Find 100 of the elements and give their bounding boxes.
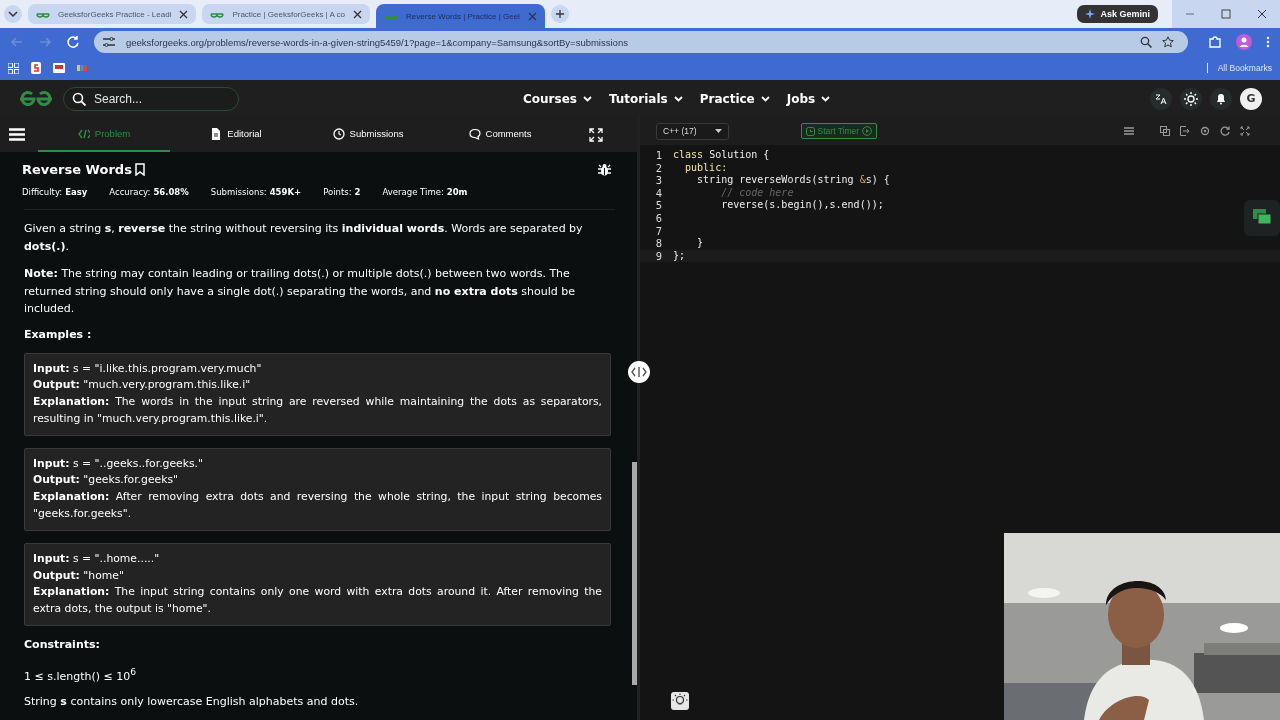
site-settings-icon (102, 36, 116, 48)
menu-icon[interactable] (9, 128, 25, 141)
caret-icon (714, 129, 722, 133)
line-number: 6 (654, 211, 662, 225)
site-icon (384, 12, 399, 20)
site-icon (36, 10, 50, 18)
address-field[interactable]: geeksforgeeks.org/problems/reverse-words-in-a-given-string5459/1?page=1&company=Samsung&sortBy=submissions (94, 31, 1188, 53)
meta-label: Points: (323, 187, 352, 197)
code-text: s) { (865, 174, 890, 186)
search-icon (72, 91, 86, 106)
caret-icon (673, 95, 683, 102)
meta-label: Difficulty: (22, 187, 63, 197)
problem-tab[interactable]: Problem (38, 117, 170, 152)
line-number: 9 (654, 249, 662, 263)
example-line: Input: s = "..geeks..for.geeks." (33, 455, 204, 472)
caret-icon (582, 95, 592, 102)
translate-icon[interactable] (1150, 87, 1172, 110)
copy-icon[interactable] (1160, 126, 1170, 136)
meta-value: 20m (446, 187, 468, 197)
scrollbar-thumb[interactable] (632, 462, 637, 685)
avatar[interactable]: G (1240, 87, 1262, 110)
code-icon (77, 127, 90, 140)
problem-tab[interactable]: Submissions (302, 117, 434, 152)
sparkle-icon (1085, 9, 1096, 19)
code-text: class (673, 149, 704, 160)
statement-text: Given a string s, reverse the string without reversing its individual words. Words are separated by dots(.). (24, 221, 584, 255)
logo-icon[interactable] (17, 89, 55, 108)
line-number: 4 (654, 186, 662, 200)
bug-icon[interactable] (598, 163, 611, 176)
site-icon (210, 10, 225, 18)
search-bar[interactable]: Search... (63, 86, 239, 111)
profile-icon[interactable] (1236, 34, 1252, 50)
example-line: Output: "home" (33, 567, 125, 584)
nav-link[interactable]: Courses (523, 91, 592, 106)
meta-value: 2 (354, 187, 361, 197)
reset-icon[interactable] (1220, 126, 1230, 136)
code-text: string reverseWords(string (696, 174, 855, 186)
tab-list-icon[interactable] (4, 5, 22, 23)
line-number: 8 (654, 237, 662, 250)
language-select[interactable]: C++ (17) (656, 122, 729, 140)
bookmarks-link[interactable]: All Bookmarks (1206, 63, 1272, 73)
code-text: // code here (720, 186, 794, 198)
problem-tab[interactable]: Comments (434, 117, 566, 152)
line-number: 5 (654, 199, 662, 212)
zoom-icon[interactable] (1140, 36, 1152, 48)
example-line: Input: s = "i.like.this.program.very.much" (33, 360, 263, 377)
reload-icon[interactable] (66, 35, 80, 49)
ask-button[interactable]: Ask Gemini (1077, 5, 1158, 23)
line-number: 3 (654, 174, 662, 187)
fullscreen-icon[interactable] (1240, 126, 1250, 136)
chat-icon[interactable] (1244, 200, 1280, 236)
nav-link[interactable]: Practice (699, 91, 770, 106)
example-line: Explanation: The words in the input string are reversed while maintaining the dots as separators, resulting in "much.very.program.this.like.i". (33, 394, 602, 427)
code-text: }; (673, 249, 686, 261)
line-number: 1 (654, 149, 662, 162)
meta-label: Accuracy: (109, 187, 151, 197)
problem-title: Reverse Words (22, 162, 132, 177)
nav-link[interactable]: Tutorials (608, 91, 683, 106)
example-line: Explanation: The input string contains only one word with extra dots around it. After removing the extra dots, the output is "home". (33, 584, 602, 618)
caret-icon (821, 95, 831, 102)
meta-label: Submissions: (210, 187, 267, 197)
problem-tab[interactable]: Editorial (170, 117, 302, 152)
browser-tab[interactable]: Practice | GeeksforGeeks | A co (202, 4, 371, 24)
browser-tab[interactable]: GeeksforGeeks Practice - Leadi (28, 4, 197, 24)
code-text: Solution { (708, 149, 770, 160)
bookmark-icon[interactable] (134, 163, 145, 176)
example-line: Explanation: After removing extra dots and reversing the whole string, the input string becomes "geeks.for.geeks". (33, 489, 602, 523)
new-tab-icon[interactable] (550, 5, 569, 23)
meta-value: 459K+ (269, 187, 302, 197)
settings-icon[interactable] (1200, 126, 1210, 136)
star-icon[interactable] (1162, 36, 1174, 48)
search-field[interactable]: Search... (94, 91, 224, 106)
example-line: Input: s = "..home....." (33, 550, 161, 567)
example-line: Output: "much.very.program.this.like.i" (33, 377, 252, 394)
play-icon (862, 126, 873, 136)
constraint-text: 1 ≤ s.length() ≤ 10$^{6}$ (24, 665, 138, 685)
code-text: public: (684, 161, 728, 173)
close-icon[interactable] (353, 9, 363, 19)
code-text: reverse(s.begin(),s.end()); (720, 199, 884, 211)
line-number: 2 (654, 161, 662, 175)
import-icon[interactable] (1180, 126, 1190, 136)
meta-value: Easy (65, 187, 88, 197)
code-text: & (859, 174, 866, 186)
extensions-icon[interactable] (1208, 35, 1222, 49)
bell-icon[interactable] (1210, 87, 1232, 110)
code-text: } (696, 237, 704, 249)
meta-value: 56.08% (153, 187, 189, 197)
statement-text: Note: The string may contain leading or trailing dots(.) or multiple dots(.) between two words. The returned string should only have a single dot(.) separating the words, and no extra dots should be included. (24, 266, 576, 317)
clock-icon (332, 127, 345, 140)
section-heading: Constraints: (24, 638, 101, 652)
format-icon[interactable] (1124, 127, 1134, 135)
apps-icon[interactable] (8, 62, 19, 74)
nav-link[interactable]: Jobs (786, 91, 831, 106)
start-timer-button[interactable]: Start Timer (800, 123, 878, 139)
constraint-text: String s contains only lowercase English alphabets and dots. (24, 693, 360, 710)
caret-icon (760, 95, 770, 102)
sun-icon[interactable] (1180, 87, 1202, 110)
line-number: 7 (654, 224, 662, 238)
close-icon[interactable] (179, 9, 189, 19)
meta-label: Average Time: (382, 187, 444, 197)
